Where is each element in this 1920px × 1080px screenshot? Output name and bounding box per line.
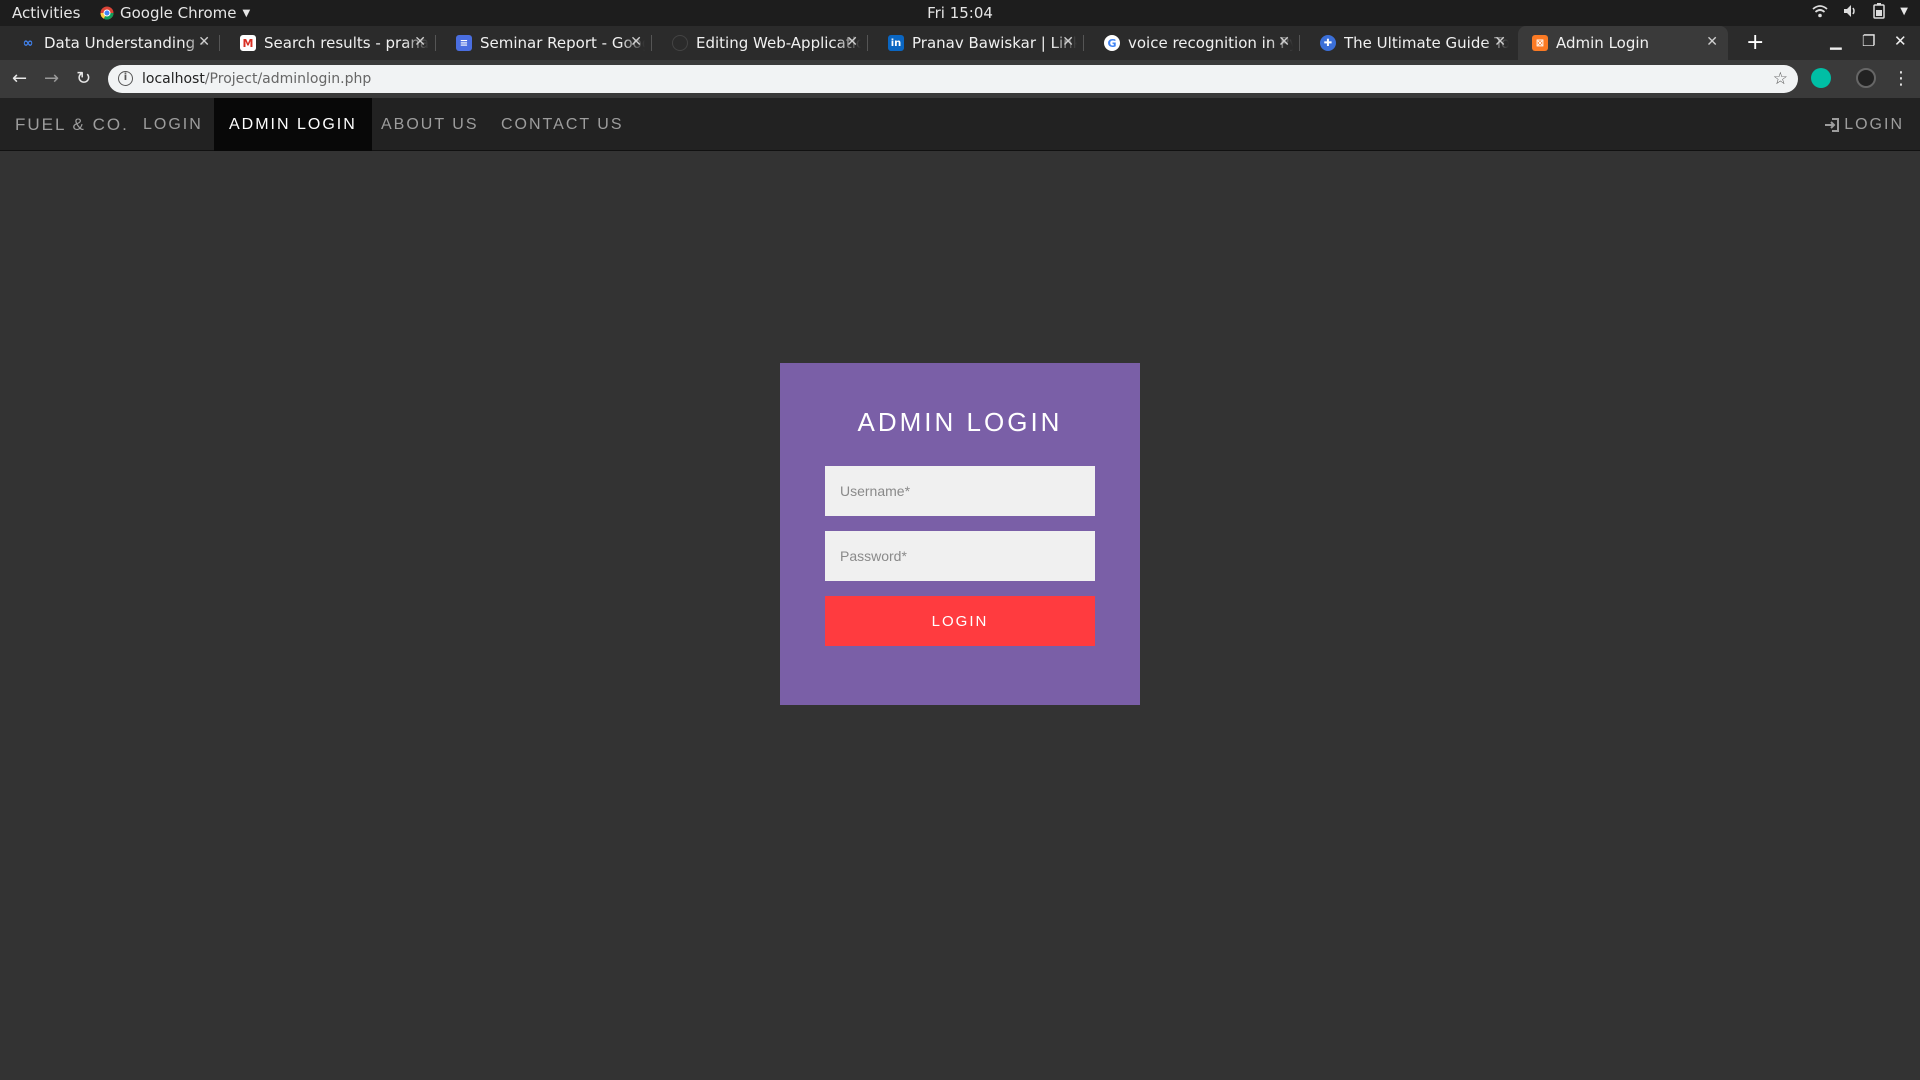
close-icon[interactable]: ✕ xyxy=(1278,34,1290,50)
extension-icon[interactable] xyxy=(1811,68,1831,88)
tab[interactable]: G voice recognition in Py ✕ xyxy=(1084,26,1300,60)
info-icon[interactable]: i xyxy=(118,71,133,86)
tab[interactable]: ✚ The Ultimate Guide To ✕ xyxy=(1300,26,1516,60)
admin-login-card: ADMIN LOGIN LOGIN xyxy=(780,363,1140,705)
tab-strip: ∞ Data Understanding - I ✕ M Search resu… xyxy=(0,26,1920,60)
bookmark-star-icon[interactable]: ☆ xyxy=(1773,69,1788,89)
tab[interactable]: Editing Web-Applicatio ✕ xyxy=(652,26,868,60)
docs-icon: ≡ xyxy=(456,35,472,51)
brand-link[interactable]: FUEL & CO. xyxy=(0,98,144,151)
tab-title: voice recognition in Py xyxy=(1128,34,1293,52)
close-icon[interactable]: ✕ xyxy=(414,34,426,50)
battery-icon xyxy=(1873,3,1886,19)
login-button[interactable]: LOGIN xyxy=(825,596,1095,646)
login-title: ADMIN LOGIN xyxy=(857,407,1063,437)
username-input[interactable] xyxy=(825,466,1095,516)
tab-title: Search results - pranav xyxy=(264,34,429,52)
profile-avatar[interactable] xyxy=(1856,68,1876,88)
login-icon xyxy=(1825,117,1840,132)
tab[interactable]: M Search results - pranav ✕ xyxy=(220,26,436,60)
tab-title: Data Understanding - I xyxy=(44,34,209,52)
browser-toolbar: ← → ↻ i localhost/Project/adminlogin.php… xyxy=(0,60,1920,98)
chevron-down-icon: ▼ xyxy=(1900,5,1908,17)
site-navbar: FUEL & CO. LOGIN ADMIN LOGIN ABOUT US CO… xyxy=(0,98,1920,151)
forward-icon[interactable]: → xyxy=(44,68,59,89)
volume-icon xyxy=(1844,5,1856,17)
close-window-icon[interactable]: ✕ xyxy=(1894,32,1907,50)
tab[interactable]: in Pranav Bawiskar | LinkedIn ✕ xyxy=(868,26,1084,60)
reload-icon[interactable]: ↻ xyxy=(76,68,91,89)
tab[interactable]: ≡ Seminar Report - Google Docs ✕ xyxy=(436,26,652,60)
clock[interactable]: Fri 15:04 xyxy=(0,4,1920,22)
google-icon: G xyxy=(1104,35,1120,51)
close-icon[interactable]: ✕ xyxy=(846,34,858,50)
restore-icon[interactable]: ❐ xyxy=(1862,32,1875,50)
close-icon[interactable]: ✕ xyxy=(630,34,642,50)
minimize-icon[interactable]: ▁ xyxy=(1830,32,1842,50)
url-text[interactable]: localhost/Project/adminlogin.php xyxy=(142,71,371,87)
wifi-icon xyxy=(1812,5,1828,18)
new-tab-button[interactable]: + xyxy=(1746,30,1764,55)
tab-title: Pranav Bawiskar | LinkedIn xyxy=(912,34,1077,52)
colab-icon: ∞ xyxy=(22,35,34,51)
url-host: localhost xyxy=(142,71,205,87)
url-path: /Project/adminlogin.php xyxy=(204,71,372,87)
puzzle-icon: ✚ xyxy=(1320,35,1336,51)
close-icon[interactable]: ✕ xyxy=(1494,34,1506,50)
linkedin-icon: in xyxy=(888,35,904,51)
tab-title: Editing Web-Applicatio xyxy=(696,34,861,52)
tab-title: Seminar Report - Google Docs xyxy=(480,34,645,52)
tab[interactable]: ∞ Data Understanding - I ✕ xyxy=(0,26,220,60)
gmail-icon: M xyxy=(240,35,256,51)
tab-title: Admin Login xyxy=(1556,34,1650,52)
address-bar[interactable]: i localhost/Project/adminlogin.php ☆ xyxy=(108,65,1798,93)
github-icon xyxy=(672,35,688,51)
nav-login-right-label: LOGIN xyxy=(1844,116,1904,133)
nav-about-us[interactable]: ABOUT US xyxy=(366,98,494,151)
os-top-bar: Activities Google Chrome ▼ Fri 15:04 ▼ xyxy=(0,0,1920,26)
system-tray[interactable]: ▼ xyxy=(1812,3,1908,19)
menu-dots-icon[interactable]: ⋮ xyxy=(1892,68,1910,89)
password-input[interactable] xyxy=(825,531,1095,581)
nav-login[interactable]: LOGIN xyxy=(128,98,218,151)
tab-active[interactable]: ⊠ Admin Login ✕ xyxy=(1518,26,1728,60)
nav-admin-login[interactable]: ADMIN LOGIN xyxy=(214,98,372,151)
close-icon[interactable]: ✕ xyxy=(1706,34,1718,50)
nav-contact-us[interactable]: CONTACT US xyxy=(486,98,639,151)
tab-title: The Ultimate Guide To xyxy=(1344,34,1509,52)
close-icon[interactable]: ✕ xyxy=(1062,34,1074,50)
back-icon[interactable]: ← xyxy=(12,68,27,89)
xampp-icon: ⊠ xyxy=(1532,35,1548,51)
close-icon[interactable]: ✕ xyxy=(198,34,210,50)
nav-login-right[interactable]: LOGIN xyxy=(1824,98,1904,151)
